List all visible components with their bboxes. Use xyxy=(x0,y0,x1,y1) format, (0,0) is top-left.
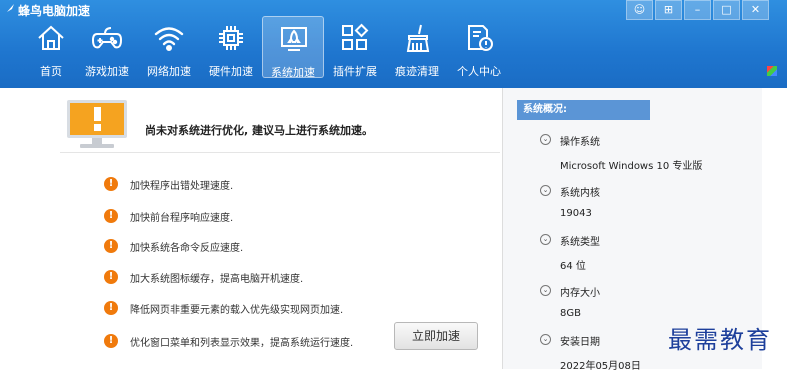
warning-icon: ! xyxy=(104,177,118,191)
tab-label: 网络加速 xyxy=(147,65,191,78)
info-value: 8GB xyxy=(560,308,581,319)
item-text: 优化窗口菜单和列表显示效果，提高系统运行速度. xyxy=(130,337,354,349)
watermark: 最需教育 xyxy=(668,326,772,354)
list-item: ! 加快前台程序响应速度. xyxy=(104,208,233,224)
gamepad-icon xyxy=(91,27,123,49)
optimization-headline: 尚未对系统进行优化, 建议马上进行系统加速。 xyxy=(145,124,374,137)
tab-label: 痕迹清理 xyxy=(395,65,439,78)
chevron-down-icon: ⌄ xyxy=(540,234,551,245)
list-item: ! 加快系统各命令反应速度. xyxy=(104,238,243,254)
tab-home[interactable]: 首页 xyxy=(26,16,76,78)
info-value: 2022年05月08日 xyxy=(560,361,641,372)
tab-label: 首页 xyxy=(40,65,62,78)
info-memory: ⌄ 内存大小 8GB xyxy=(540,284,600,319)
chevron-down-icon: ⌄ xyxy=(540,334,551,345)
warning-icon: ! xyxy=(104,270,118,284)
tab-label: 系统加速 xyxy=(271,66,315,79)
divider xyxy=(60,152,500,153)
chevron-down-icon: ⌄ xyxy=(540,285,551,296)
tab-label: 游戏加速 xyxy=(85,65,129,78)
feedback-button[interactable]: ☺ xyxy=(626,0,653,20)
broom-icon xyxy=(406,24,430,52)
warning-monitor-icon xyxy=(67,100,127,148)
tab-system-speed[interactable]: 系统加速 xyxy=(262,16,324,79)
tab-personal-center[interactable]: 个人中心 xyxy=(448,16,510,78)
wifi-icon xyxy=(154,27,184,52)
system-overview-header: 系统概况: xyxy=(517,100,650,120)
item-text: 加快系统各命令反应速度. xyxy=(130,242,244,254)
main-tabs: 首页 游戏加速 网络加速 硬件加速 系统加速 插件扩展 痕迹清理 个人中心 xyxy=(26,16,510,79)
tab-game-speed[interactable]: 游戏加速 xyxy=(76,16,138,78)
chevron-down-icon: ⌄ xyxy=(540,134,551,145)
info-kernel: ⌄ 系统内核 19043 xyxy=(540,184,600,219)
item-text: 加快程序出错处理速度. xyxy=(130,180,234,192)
info-value: 19043 xyxy=(560,208,592,219)
info-label[interactable]: ⌄ 安装日期 xyxy=(540,333,641,348)
info-label[interactable]: ⌄ 内存大小 xyxy=(540,284,600,299)
menu-button[interactable]: ⊞ xyxy=(655,0,682,20)
tab-hardware-speed[interactable]: 硬件加速 xyxy=(200,16,262,78)
info-system-type: ⌄ 系统类型 64 位 xyxy=(540,233,600,272)
item-text: 加大系统图标缓存，提高电脑开机速度. xyxy=(130,273,304,285)
speed-up-now-button[interactable]: 立即加速 xyxy=(394,322,478,350)
home-icon xyxy=(38,25,64,50)
list-item: ! 加快程序出错处理速度. xyxy=(104,176,233,192)
title-bar: 蜂鸟电脑加速 ☺ ⊞ – □ ✕ 首页 游戏加速 网络加速 硬件加速 系统加速 xyxy=(0,0,787,88)
minimize-button[interactable]: – xyxy=(684,0,711,20)
info-label[interactable]: ⌄ 操作系统 xyxy=(540,133,702,148)
tab-label: 插件扩展 xyxy=(333,65,377,78)
tab-trace-cleanup[interactable]: 痕迹清理 xyxy=(386,16,448,78)
user-doc-icon xyxy=(468,25,493,51)
item-text: 加快前台程序响应速度. xyxy=(130,212,234,224)
list-item: ! 降低网页非重要元素的载入优先级实现网页加速. xyxy=(104,300,343,316)
list-item: ! 加大系统图标缓存，提高电脑开机速度. xyxy=(104,269,303,285)
plugin-grid-icon xyxy=(342,23,369,50)
chip-icon xyxy=(219,26,243,50)
window-controls: ☺ ⊞ – □ ✕ xyxy=(626,0,769,20)
tab-label: 个人中心 xyxy=(457,65,501,78)
info-install-date: ⌄ 安装日期 2022年05月08日 xyxy=(540,333,641,372)
warning-icon: ! xyxy=(104,239,118,253)
chevron-down-icon: ⌄ xyxy=(540,185,551,196)
tab-label: 硬件加速 xyxy=(209,65,253,78)
tab-plugin-extensions[interactable]: 插件扩展 xyxy=(324,16,386,78)
system-rocket-icon xyxy=(281,27,307,51)
app-logo-icon xyxy=(7,4,14,12)
system-speed-panel: 尚未对系统进行优化, 建议马上进行系统加速。 ! 加快程序出错处理速度. ! 加… xyxy=(0,88,502,369)
info-os: ⌄ 操作系统 Microsoft Windows 10 专业版 xyxy=(540,133,702,172)
warning-icon: ! xyxy=(104,209,118,223)
info-label[interactable]: ⌄ 系统类型 xyxy=(540,233,600,248)
info-value: Microsoft Windows 10 专业版 xyxy=(560,161,703,172)
item-text: 降低网页非重要元素的载入优先级实现网页加速. xyxy=(130,304,344,316)
maximize-button[interactable]: □ xyxy=(713,0,740,20)
info-value: 64 位 xyxy=(560,261,586,272)
list-item: ! 优化窗口菜单和列表显示效果，提高系统运行速度. xyxy=(104,333,353,349)
warning-icon: ! xyxy=(104,301,118,315)
warning-icon: ! xyxy=(104,334,118,348)
info-label[interactable]: ⌄ 系统内核 xyxy=(540,184,600,199)
close-button[interactable]: ✕ xyxy=(742,0,769,20)
skin-icon[interactable] xyxy=(767,66,777,76)
tab-network-speed[interactable]: 网络加速 xyxy=(138,16,200,78)
